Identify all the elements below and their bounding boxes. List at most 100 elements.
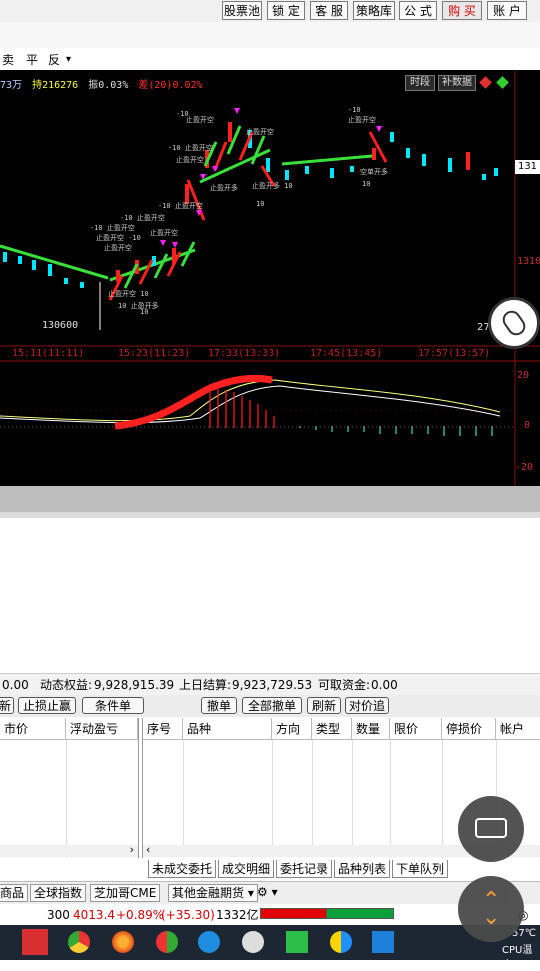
order-tabs: 未成交委托 成交明细 委托记录 品种列表 下单队列	[142, 860, 540, 878]
ie-browser-icon[interactable]	[198, 931, 220, 953]
new-button[interactable]: 新	[0, 697, 14, 714]
svg-text:止盈开空: 止盈开空	[348, 115, 376, 124]
messenger-icon[interactable]	[372, 931, 394, 953]
keyboard-icon	[475, 818, 507, 838]
svg-text:-10: -10	[348, 106, 361, 114]
sell-pressure-bar	[326, 908, 394, 919]
column-divider	[442, 740, 443, 858]
column-header-quantity[interactable]: 数量	[352, 718, 390, 740]
fill-data-button[interactable]: 补数据	[438, 75, 476, 91]
firefox-icon[interactable]	[112, 931, 134, 953]
floating-expand-button[interactable]: ⌃ ⌄	[458, 876, 524, 942]
market-tab-other-futures[interactable]: 其他金融期货 ▾	[168, 884, 258, 902]
horizontal-scrollbar[interactable]: ›	[0, 843, 138, 857]
price-chart[interactable]: -10 止盈开空 止盈开空 -10 止盈开空 -10 止盈开空 止盈开空 止盈开…	[0, 70, 540, 486]
chrome-icon[interactable]	[68, 931, 90, 953]
positions-table[interactable]: 市价 浮动盈亏 ›	[0, 718, 139, 858]
time-label: 17:33(13:33)	[208, 348, 281, 359]
column-header-market-price[interactable]: 市价	[0, 718, 66, 740]
tab-trade-details[interactable]: 成交明细	[218, 860, 275, 878]
svg-text:止盈开空 -10: 止盈开空 -10	[96, 233, 141, 242]
trading-app-icon[interactable]	[22, 929, 48, 955]
refresh-button[interactable]: 刷新	[307, 697, 341, 714]
top-toolbar: 股票池 锁 定 客 服 策略库 公 式 购 买 账 户	[0, 0, 540, 22]
stock-pool-button[interactable]: 股票池	[222, 1, 262, 20]
service-button[interactable]: 客 服	[310, 1, 348, 20]
svg-text:10: 10	[256, 200, 264, 208]
equity-value: 9,928,915.39	[94, 678, 175, 692]
chase-price-button[interactable]: 对价追	[345, 697, 389, 714]
settings-gear-icon[interactable]: ⚙ ▾	[257, 885, 278, 899]
column-header-direction[interactable]: 方向	[272, 718, 312, 740]
trade-dropdown-icon[interactable]: ▾	[66, 54, 73, 65]
settle-label: 上日结算:	[179, 678, 232, 692]
lock-button[interactable]: 锁 定	[267, 1, 305, 20]
close-button[interactable]: 平	[26, 51, 40, 68]
settle-value: 9,923,729.53	[232, 678, 313, 692]
svg-text:空单开多: 空单开多	[360, 167, 388, 176]
tab-order-history[interactable]: 委托记录	[276, 860, 333, 878]
svg-text:止盈开空: 止盈开空	[186, 115, 214, 124]
market-tab-cme[interactable]: 芝加哥CME	[90, 884, 161, 902]
column-header-floating-pnl[interactable]: 浮动盈亏	[66, 718, 138, 740]
column-header-index[interactable]: 序号	[143, 718, 183, 740]
action-button-row: 新 止损止赢 条件单 撤单 全部撤单 刷新 对价追	[0, 695, 540, 717]
frozen-value: 0.00	[2, 678, 29, 692]
cancel-all-button[interactable]: 全部撤单	[242, 697, 302, 714]
panel-divider-lower	[0, 512, 540, 518]
hold-stat: 持216276	[32, 80, 79, 91]
floating-keyboard-button[interactable]	[458, 796, 524, 862]
column-header-account[interactable]: 帐户	[496, 718, 540, 740]
cancel-order-button[interactable]: 撤单	[201, 697, 237, 714]
conditional-order-button[interactable]: 条件单	[82, 697, 144, 714]
axis-label-upper: 1310	[517, 256, 540, 267]
scroll-left-icon[interactable]: ‹	[146, 843, 150, 856]
column-header-limit-price[interactable]: 限价	[390, 718, 442, 740]
column-divider	[312, 740, 313, 858]
formula-button[interactable]: 公 式	[399, 1, 437, 20]
account-button[interactable]: 账 户	[487, 1, 527, 20]
browser-360-icon[interactable]	[156, 931, 178, 953]
buy-pressure-bar	[260, 908, 328, 919]
time-label: 15:23(11:23)	[118, 348, 191, 359]
stop-loss-profit-button[interactable]: 止损止赢	[18, 697, 76, 714]
qq-browser-icon[interactable]	[330, 931, 352, 953]
svg-text:10: 10	[362, 180, 370, 188]
svg-text:止盈开多 10: 止盈开多 10	[252, 181, 293, 190]
column-header-type[interactable]: 类型	[312, 718, 352, 740]
time-label: 17:57(13:57)	[418, 348, 491, 359]
clock-app-icon[interactable]	[242, 931, 264, 953]
available-label: 可取资金:	[318, 678, 371, 692]
tab-symbol-list[interactable]: 品种列表	[334, 860, 391, 878]
column-divider	[352, 740, 353, 858]
market-tab-commodities[interactable]: 商品	[0, 884, 29, 902]
iqiyi-icon[interactable]	[286, 931, 308, 953]
mouse-mode-icon[interactable]	[488, 297, 540, 349]
low-price-label: 130600	[42, 320, 79, 331]
ma-diff-stat: 差(20)0.02%	[138, 80, 203, 91]
svg-text:止盈开空: 止盈开空	[176, 155, 204, 164]
svg-text:-10 止盈开空: -10 止盈开空	[120, 213, 165, 222]
axis-label-macd-zero: 0	[524, 420, 531, 431]
reverse-button[interactable]: 反	[48, 51, 62, 68]
column-header-symbol[interactable]: 品种	[183, 718, 272, 740]
column-header-stop-price[interactable]: 停损价	[442, 718, 496, 740]
index-change-val: (+35.30)	[161, 908, 215, 922]
equity-label: 动态权益:	[40, 678, 93, 692]
available-value: 0.00	[371, 678, 398, 692]
scroll-right-icon[interactable]: ›	[130, 843, 134, 856]
time-axis: 15:11(11:11) 15:23(11:23) 17:33(13:33) 1…	[0, 348, 540, 361]
market-tab-global-index[interactable]: 全球指数	[30, 884, 87, 902]
chart-stats: 73万 持216276 振0.03% 差(20)0.02%	[0, 76, 203, 91]
chart-canvas: -10 止盈开空 止盈开空 -10 止盈开空 -10 止盈开空 止盈开空 止盈开…	[0, 70, 540, 486]
tab-order-queue[interactable]: 下单队列	[392, 860, 449, 878]
strategy-library-button[interactable]: 策略库	[353, 1, 395, 20]
candles	[3, 122, 498, 330]
period-button[interactable]: 时段	[405, 75, 435, 91]
sell-button[interactable]: 卖	[2, 51, 16, 68]
panel-divider[interactable]	[0, 486, 540, 512]
svg-text:止盈开空: 止盈开空	[246, 127, 274, 136]
tab-pending-orders[interactable]: 未成交委托	[148, 860, 217, 878]
column-divider	[390, 740, 391, 858]
buy-button[interactable]: 购 买	[442, 1, 482, 20]
